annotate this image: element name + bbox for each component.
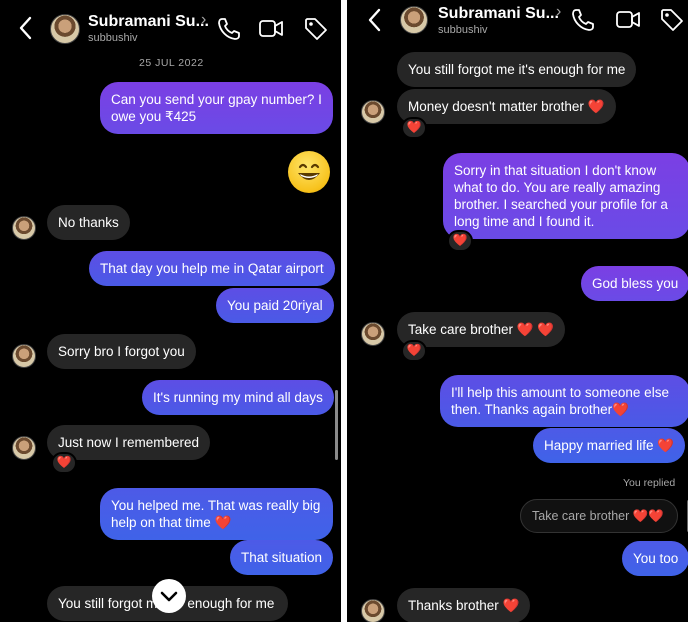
back-chevron-icon[interactable] [14, 14, 38, 42]
video-call-icon[interactable] [615, 7, 641, 33]
message-text-line: I'll help this amount to someone else [451, 385, 669, 400]
sender-avatar[interactable] [361, 599, 385, 622]
contact-username: subbushiv [438, 24, 488, 36]
message-sent[interactable]: Can you send your gpay number? I owe you… [100, 82, 333, 134]
message-sent[interactable]: God bless you [581, 266, 688, 301]
message-text-line: long time and I found it. [454, 214, 595, 229]
message-sent[interactable]: That day you help me in Qatar airport [89, 251, 335, 286]
message-sent[interactable]: Sorry in that situation I don't know wha… [443, 153, 688, 239]
message-text-line: help on that time [111, 515, 211, 530]
message-text-line: You helped me. That was really big [111, 498, 321, 513]
sender-avatar[interactable] [12, 344, 36, 368]
quoted-message[interactable]: Take care brother ❤️❤️ [520, 499, 678, 533]
reply-indicator: You replied [623, 477, 676, 489]
phone-icon[interactable] [570, 7, 596, 33]
message-sent[interactable]: That situation [230, 540, 334, 575]
date-separator: 25 JUL 2022 [139, 57, 204, 69]
avatar[interactable] [50, 14, 80, 44]
heart-emoji: ❤️ [657, 438, 675, 453]
message-received[interactable]: Thanks brother ❤️ [397, 588, 531, 622]
scrollbar[interactable] [335, 390, 338, 460]
heart-emoji: ❤️ [612, 402, 629, 417]
heart-emoji: ❤️ ❤️ [516, 322, 555, 337]
message-text-line: owe you ₹425 [111, 109, 197, 124]
grinning-face-icon [298, 163, 320, 180]
heart-emoji: ❤️ [587, 99, 605, 114]
avatar[interactable] [400, 6, 428, 34]
sender-avatar[interactable] [361, 100, 385, 124]
chat-header: Subramani Su... › subbushiv [0, 0, 341, 48]
message-text-line: what to do. You are really amazing [454, 180, 661, 195]
sender-avatar[interactable] [12, 436, 36, 460]
message-text-line: brother. I searched your profile for a [454, 197, 668, 212]
chat-header: Subramani Su... › subbushiv [347, 0, 688, 44]
grinning-face-emoji[interactable] [288, 151, 330, 193]
message-text-part: enough for me [187, 596, 275, 611]
message-sent[interactable]: You too [622, 541, 688, 576]
back-chevron-icon[interactable] [363, 6, 387, 34]
video-call-icon[interactable] [258, 16, 284, 42]
scroll-to-bottom-button[interactable] [152, 579, 186, 613]
message-text: Thanks brother [408, 598, 499, 613]
message-sent[interactable]: I'll help this amount to someone else th… [440, 375, 688, 427]
tag-icon[interactable] [303, 16, 329, 42]
reaction-heart[interactable]: ❤️ [401, 340, 427, 362]
profile-chevron-icon[interactable]: › [201, 11, 206, 29]
message-sent[interactable]: You helped me. That was really big help … [100, 488, 333, 540]
message-text: Money doesn't matter brother [408, 99, 584, 114]
message-text: Take care brother [408, 322, 514, 337]
profile-chevron-icon[interactable]: › [556, 3, 561, 21]
reaction-heart[interactable]: ❤️ [447, 230, 473, 252]
reaction-heart[interactable]: ❤️ [51, 452, 77, 474]
tag-icon[interactable] [659, 7, 685, 33]
message-text-line: then. Thanks again brother [451, 402, 613, 417]
message-sent[interactable]: Happy married life ❤️ [533, 428, 686, 463]
message-received[interactable]: Sorry bro I forgot you [47, 334, 196, 369]
sender-avatar[interactable] [361, 322, 385, 346]
heart-emoji: ❤️ [214, 515, 232, 530]
chevron-down-icon [160, 591, 178, 602]
phone-icon[interactable] [216, 16, 242, 42]
contact-username: subbushiv [88, 32, 138, 44]
quoted-text: Take care brother [532, 509, 630, 523]
message-text: Happy married life [544, 438, 654, 453]
message-sent[interactable]: It's running my mind all days [142, 380, 334, 415]
sender-avatar[interactable] [12, 216, 36, 240]
message-text-line: Sorry in that situation I don't know [454, 163, 657, 178]
message-received[interactable]: Money doesn't matter brother ❤️ [397, 89, 616, 124]
message-received[interactable]: You still forgot me it's enough for me [397, 52, 637, 87]
contact-name[interactable]: Subramani Su... [88, 13, 209, 31]
chat-screen-right: Subramani Su... › subbushiv You still fo… [347, 0, 688, 622]
message-text-line: Can you send your gpay number? I [111, 92, 322, 107]
chat-screen-left: Subramani Su... › subbushiv 25 JUL 2022 … [0, 0, 341, 622]
reaction-heart[interactable]: ❤️ [401, 117, 427, 139]
heart-emoji: ❤️ [502, 598, 520, 613]
scrollbar[interactable] [687, 500, 688, 532]
message-received[interactable]: No thanks [47, 205, 130, 240]
heart-emoji: ❤️❤️ [632, 509, 664, 523]
contact-name[interactable]: Subramani Su... [438, 5, 559, 23]
message-text-part: You still forgot m [58, 596, 158, 611]
message-sent[interactable]: You paid 20riyal [216, 288, 334, 323]
